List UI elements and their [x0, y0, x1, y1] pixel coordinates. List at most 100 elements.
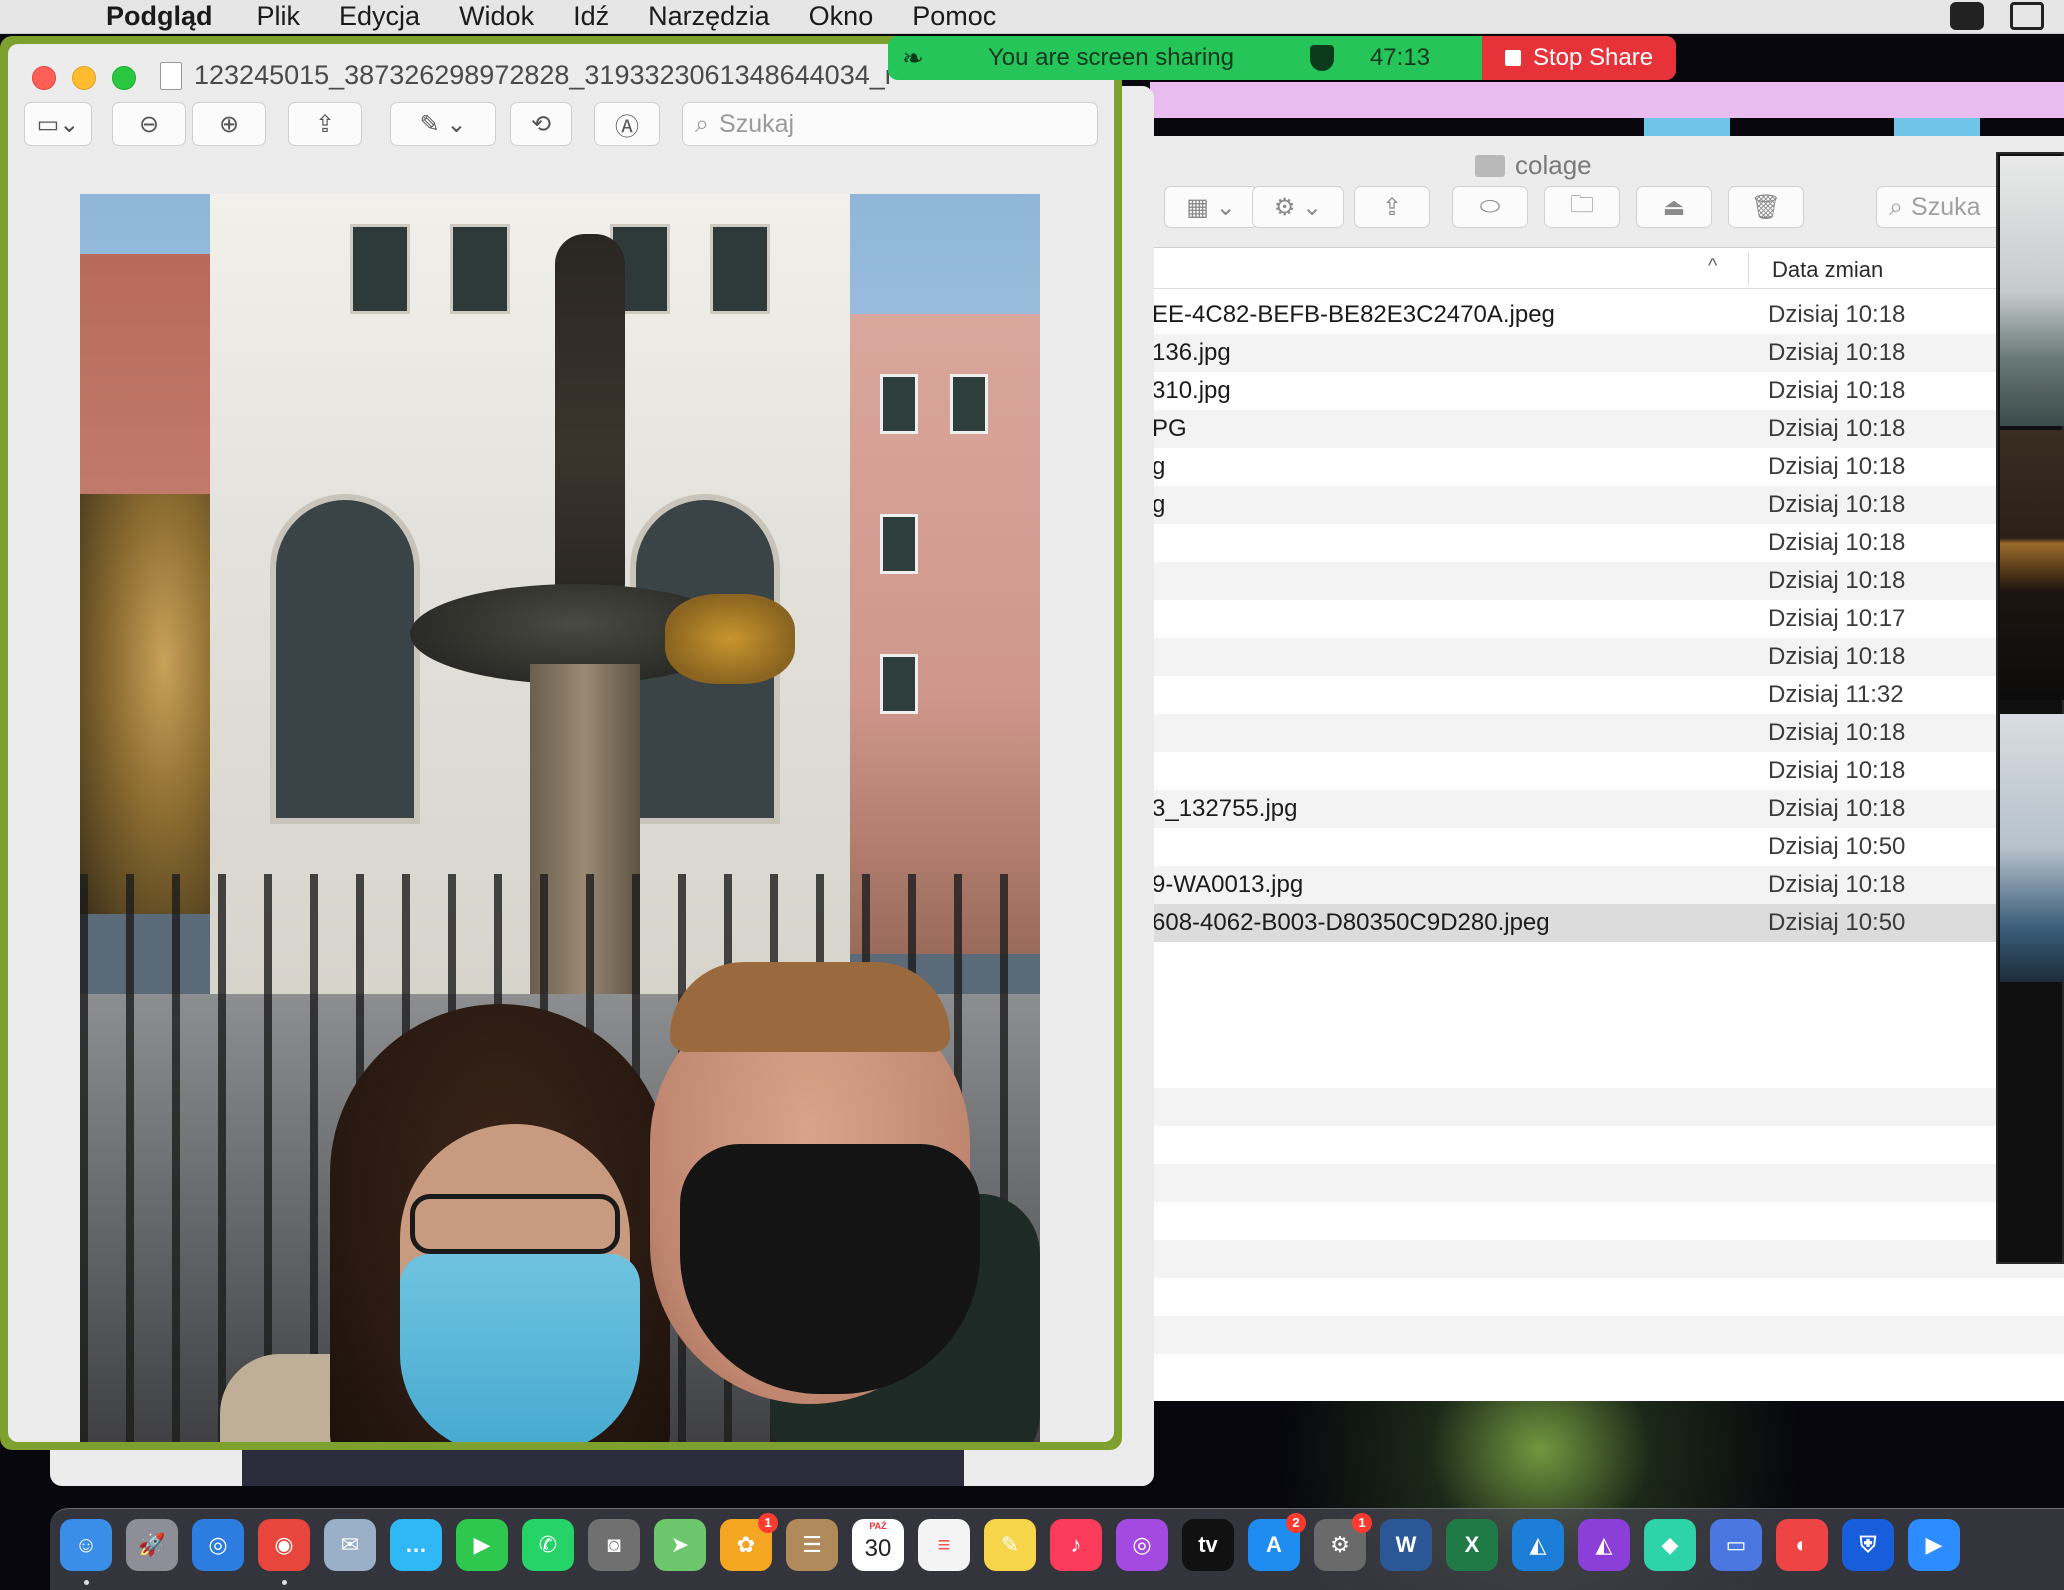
eject-button[interactable]: ⏏	[1636, 186, 1712, 228]
file-row[interactable]: Dzisiaj 10:18	[1140, 638, 2064, 676]
security-shield-icon[interactable]	[1309, 45, 1334, 71]
file-row[interactable]: g Dzisiaj 10:18	[1140, 486, 2064, 524]
file-row[interactable]: PG Dzisiaj 10:18	[1140, 410, 2064, 448]
menu-narzedzia[interactable]: Narzędzia	[648, 1, 770, 32]
file-row[interactable]: 9-WA0013.jpg Dzisiaj 10:18	[1140, 866, 2064, 904]
photos-icon[interactable]: ✿ 1	[720, 1513, 778, 1571]
keynote-icon[interactable]: ▭	[1710, 1519, 1762, 1571]
column-divider[interactable]	[1748, 253, 1749, 285]
share-button[interactable]: ⇪	[288, 102, 362, 146]
music-icon[interactable]: ♪	[1050, 1519, 1102, 1571]
file-date-modified: Dzisiaj 10:18	[1768, 339, 1906, 366]
apple-tv-icon[interactable]: tv	[1182, 1519, 1234, 1571]
file-row[interactable]: Dzisiaj 10:18	[1140, 562, 2064, 600]
file-row[interactable]: 608-4062-B003-D80350C9D280.jpeg Dzisiaj 1…	[1140, 904, 2064, 942]
menu-edycja[interactable]: Edycja	[339, 1, 420, 32]
share-button[interactable]: ⇪	[1354, 186, 1430, 228]
screen-recorder-icon[interactable]: ◐	[1776, 1519, 1828, 1571]
markup-pen-button[interactable]: ✎ ⌄	[390, 102, 496, 146]
menu-app-name[interactable]: Podgląd	[106, 1, 213, 32]
sort-ascending-icon[interactable]: ^	[1708, 255, 1717, 278]
file-row[interactable]: 310.jpg Dzisiaj 10:18	[1140, 372, 2064, 410]
date-modified-header[interactable]: Data zmian	[1772, 257, 1883, 283]
reminders-icon[interactable]: ≡	[918, 1519, 970, 1571]
filmora-icon[interactable]: ◆	[1644, 1519, 1696, 1571]
launchpad-icon[interactable]: 🚀	[126, 1519, 178, 1571]
zoom-video-panel[interactable]	[1996, 152, 2064, 1264]
file-row[interactable]: 3_132755.jpg Dzisiaj 10:18	[1140, 790, 2064, 828]
menu-widok[interactable]: Widok	[459, 1, 534, 32]
menu-pomoc[interactable]: Pomoc	[912, 1, 996, 32]
file-date-modified: Dzisiaj 11:32	[1768, 681, 1904, 708]
rotate-button[interactable]: ⟲	[510, 102, 572, 146]
podcasts-icon[interactable]: ◎	[1116, 1519, 1168, 1571]
file-row[interactable]: Dzisiaj 11:32	[1140, 676, 2064, 714]
participant-video[interactable]	[2000, 430, 2064, 700]
app-store-icon[interactable]: A2	[1248, 1513, 1306, 1571]
word-icon[interactable]: W	[1380, 1519, 1432, 1571]
tags-button[interactable]: ⬭	[1452, 186, 1528, 228]
airplay-display-icon[interactable]	[2010, 2, 2044, 30]
zoom-share-toolbar[interactable]: ❧ You are screen sharing 47:13 Stop Shar…	[888, 36, 1676, 80]
notification-badge: 1	[1352, 1513, 1372, 1533]
system-preferences-icon[interactable]: ⚙ 1	[1314, 1513, 1372, 1571]
maps-icon[interactable]: ➤	[654, 1519, 706, 1571]
file-row[interactable]: Dzisiaj 10:18	[1140, 714, 2064, 752]
file-row[interactable]: Dzisiaj 10:18	[1140, 524, 2064, 562]
notes-icon[interactable]: ✎	[984, 1519, 1036, 1571]
markup-button[interactable]: Ⓐ	[594, 102, 660, 146]
bitwarden-icon[interactable]: ⛨	[1842, 1519, 1894, 1571]
safari-icon[interactable]: ◎	[192, 1519, 244, 1571]
launchpad-glyph: 🚀	[138, 1532, 166, 1557]
affinity-photo-icon[interactable]: ◭	[1578, 1519, 1630, 1571]
menu-idz[interactable]: Idź	[573, 1, 609, 32]
file-date-modified: Dzisiaj 10:50	[1768, 909, 1906, 936]
file-row[interactable]: g Dzisiaj 10:18	[1140, 448, 2064, 486]
screenshot-icon[interactable]: ◙	[588, 1519, 640, 1571]
file-row[interactable]: Dzisiaj 10:50	[1140, 828, 2064, 866]
facetime-icon[interactable]: ▶	[456, 1519, 508, 1571]
participant-video[interactable]	[2000, 156, 2064, 426]
apple-tv-glyph: tv	[1198, 1532, 1218, 1557]
share-icon: ⇪	[1381, 193, 1403, 221]
trash-button[interactable]: 🗑	[1728, 186, 1804, 228]
zoom-meeting-icon[interactable]	[1950, 2, 1984, 30]
affinity-designer-icon[interactable]: ◭	[1512, 1519, 1564, 1571]
sidebar-icon: ▭⌄	[36, 110, 80, 138]
menu-okno[interactable]: Okno	[809, 1, 874, 32]
document-icon[interactable]	[160, 62, 182, 90]
excel-icon[interactable]: X	[1446, 1519, 1498, 1571]
notification-badge: 1	[758, 1513, 778, 1533]
grid-view-icon: ▦ ⌄	[1186, 193, 1236, 221]
new-folder-button[interactable]: 🗀	[1544, 186, 1620, 228]
photo-image[interactable]	[80, 194, 1040, 1442]
window-title: 123245015_387326298972828_31933230613486…	[194, 60, 894, 90]
stop-share-button[interactable]: Stop Share	[1482, 36, 1676, 80]
file-row[interactable]: 136.jpg Dzisiaj 10:18	[1140, 334, 2064, 372]
background-window-strip	[1150, 82, 2064, 118]
finder-icon[interactable]: ☺	[60, 1519, 112, 1585]
zoom-button[interactable]	[112, 66, 136, 90]
zoom-out-button[interactable]: ⊖	[112, 102, 186, 146]
zoom-icon[interactable]: ▶	[1908, 1519, 1960, 1571]
calendar-icon[interactable]: PAŹ 30	[852, 1519, 904, 1571]
participant-video[interactable]	[2000, 714, 2064, 982]
finder-title: colage	[1475, 150, 1592, 181]
mail-eagle-icon[interactable]: ✉	[324, 1519, 376, 1571]
file-row[interactable]: Dzisiaj 10:18	[1140, 752, 2064, 790]
share-grip-icon[interactable]: ❧	[888, 43, 938, 74]
file-row[interactable]: EE-4C82-BEFB-BE82E3C2470A.jpeg Dzisiaj 10…	[1140, 296, 2064, 334]
preview-search-field[interactable]: ⌕ Szukaj	[682, 102, 1098, 146]
view-options-button[interactable]: ▦ ⌄	[1164, 186, 1258, 228]
messages-icon[interactable]: …	[390, 1519, 442, 1571]
action-menu-button[interactable]: ⚙ ⌄	[1252, 186, 1344, 228]
chrome-icon[interactable]: ◉	[258, 1519, 310, 1585]
zoom-in-button[interactable]: ⊕	[192, 102, 266, 146]
contacts-icon[interactable]: ☰	[786, 1519, 838, 1571]
close-button[interactable]	[32, 66, 56, 90]
menu-plik[interactable]: Plik	[257, 1, 301, 32]
minimize-button[interactable]	[72, 66, 96, 90]
whatsapp-icon[interactable]: ✆	[522, 1519, 574, 1571]
file-row[interactable]: Dzisiaj 10:17	[1140, 600, 2064, 638]
sidebar-toggle-button[interactable]: ▭⌄	[24, 102, 92, 146]
